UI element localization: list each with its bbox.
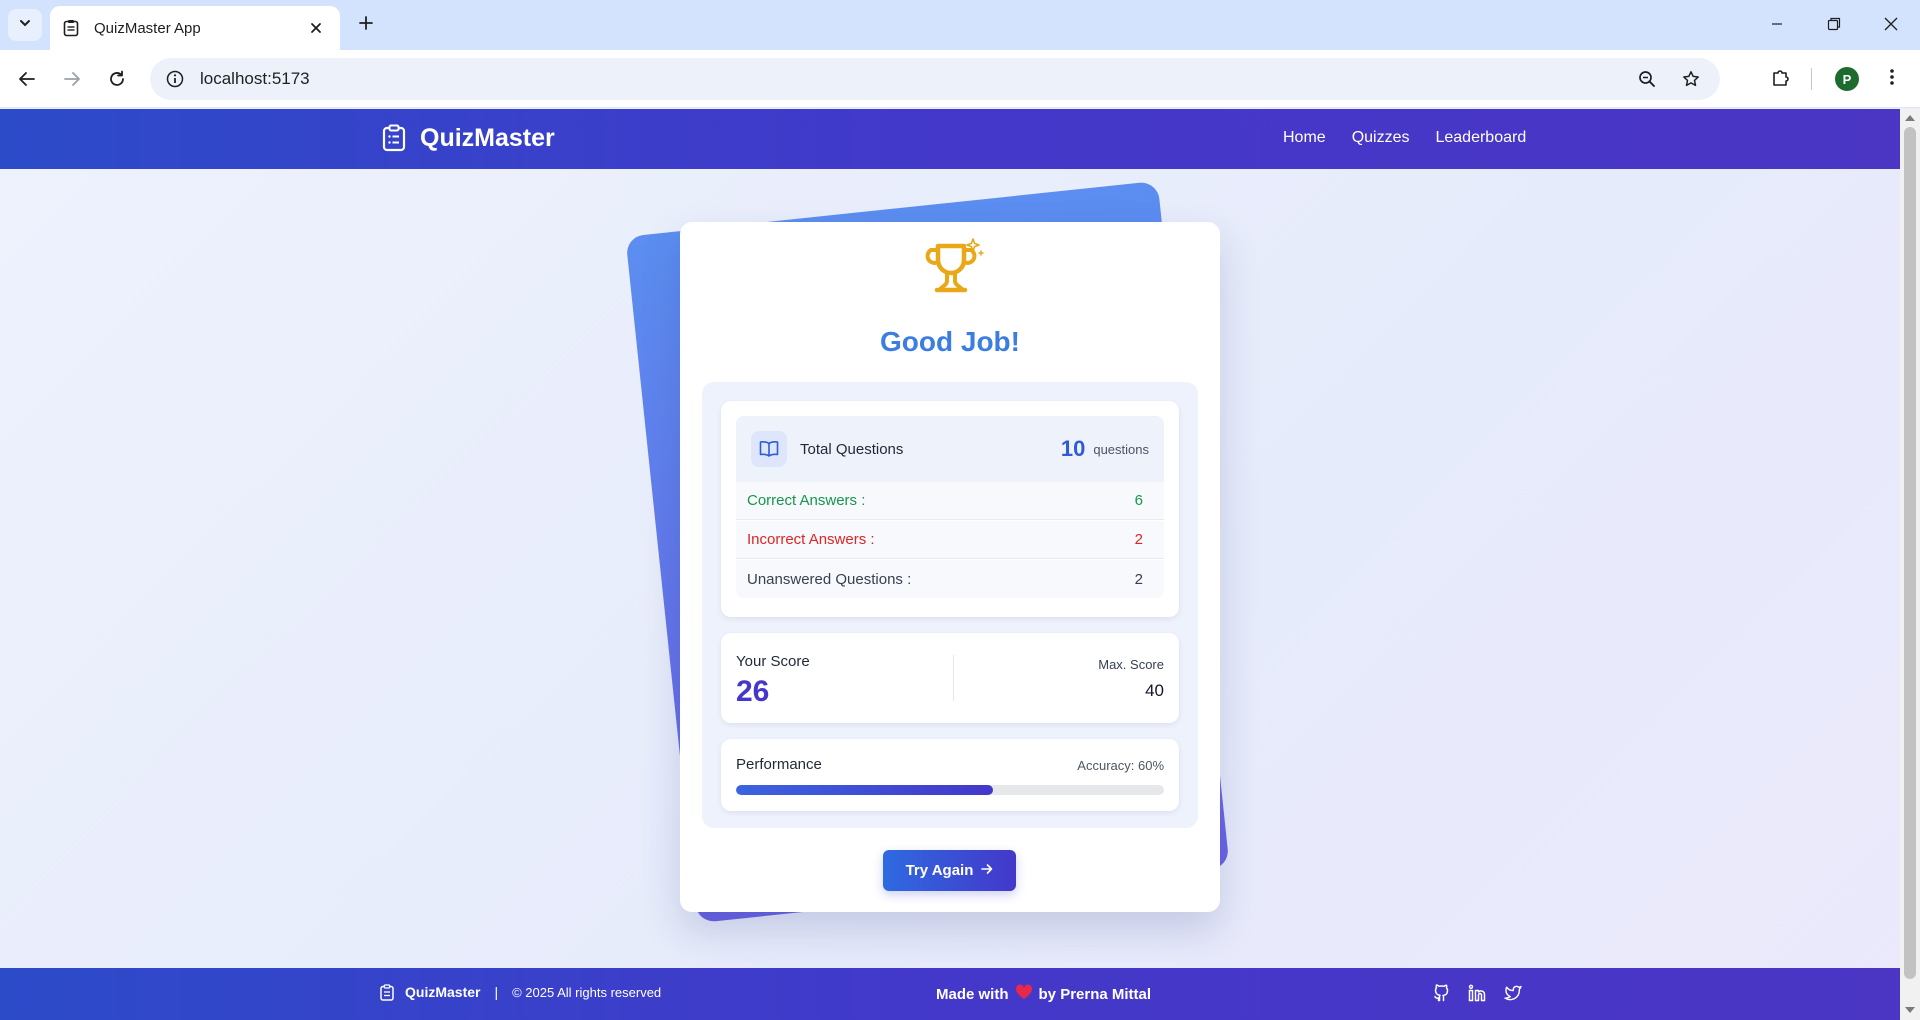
incorrect-answers-row: Incorrect Answers : 2 [736,521,1164,559]
footer-copyright: © 2025 All rights reserved [512,984,662,1000]
unanswered-questions-value: 2 [1134,570,1143,588]
minimize-button[interactable] [1754,8,1800,40]
performance-label: Performance [736,756,822,773]
accuracy-label: Accuracy: 60% [1077,758,1164,773]
scrollbar-thumb[interactable] [1904,127,1916,979]
footer-brand-name: QuizMaster [405,984,481,1000]
scroll-down-arrow[interactable] [1905,1007,1915,1013]
clipboard-icon [380,123,408,153]
unanswered-questions-label: Unanswered Questions : [747,570,912,588]
total-questions-label: Total Questions [800,440,904,458]
page-viewport: QuizMaster Home Quizzes Leaderboard Good… [0,109,1900,1020]
performance-card: Performance Accuracy: 60% [721,739,1179,811]
kebab-menu-icon [1889,68,1895,91]
reload-button[interactable] [100,62,134,96]
profile-avatar[interactable]: P [1835,67,1859,91]
your-score-label: Your Score [736,653,810,670]
tab-close-icon[interactable] [304,16,328,40]
stats-panel: Total Questions 10 questions Correct Ans… [702,382,1198,828]
bookmark-star-icon[interactable] [1676,64,1706,94]
answer-counts-card: Total Questions 10 questions Correct Ans… [721,401,1179,617]
correct-answers-row: Correct Answers : 6 [736,482,1164,520]
tab-title: QuizMaster App [94,19,201,37]
result-card: Good Job! Total Questions 10 questions C… [680,222,1220,912]
tab-search-button[interactable] [8,9,42,41]
footer-brand: QuizMaster | © 2025 All rights reserved [380,983,661,1001]
total-questions-value: 10 [1060,436,1086,461]
accuracy-progress-fill [736,785,993,795]
correct-answers-label: Correct Answers : [747,492,866,509]
browser-tab-active[interactable]: QuizMaster App [50,6,340,50]
toolbar-divider [1811,68,1812,90]
footer-made-with: Made with by Prerna Mittal [936,984,1151,1004]
nav-links: Home Quizzes Leaderboard [1283,129,1526,147]
author-text: by Prerna Mittal [1038,985,1152,1003]
brand-name: QuizMaster [420,123,555,152]
restore-button[interactable] [1811,8,1857,40]
made-with-text: Made with [936,985,1009,1003]
site-info-icon[interactable] [164,68,186,90]
app-navbar: QuizMaster Home Quizzes Leaderboard [0,109,1900,169]
chevron-down-icon [18,16,32,35]
twitter-icon[interactable] [1503,983,1523,1003]
incorrect-answers-value: 2 [1134,531,1143,548]
score-card: Your Score 26 Max. Score 40 [721,633,1179,723]
browser-tabstrip: QuizMaster App [0,0,1920,50]
page-scrollbar[interactable] [1900,109,1920,1020]
new-tab-button[interactable] [352,11,380,39]
nav-link-leaderboard[interactable]: Leaderboard [1435,129,1526,147]
accuracy-progress-bar [736,785,1164,795]
heart-icon [1015,984,1033,1004]
incorrect-answers-label: Incorrect Answers : [747,531,875,548]
footer-separator: | [494,984,499,1000]
score-divider [953,655,954,701]
clipboard-icon [380,983,396,1001]
scroll-up-arrow[interactable] [1905,115,1915,121]
unanswered-questions-row: Unanswered Questions : 2 [736,560,1164,598]
correct-answers-value: 6 [1134,492,1143,509]
your-score-value: 26 [736,675,770,708]
back-button[interactable] [10,62,44,96]
github-icon[interactable] [1431,983,1451,1003]
address-bar[interactable]: localhost:5173 [150,58,1720,100]
extensions-button[interactable] [1764,62,1798,96]
max-score-value: 40 [1145,681,1164,700]
max-score-label: Max. Score [1098,657,1164,672]
total-questions-unit: questions [1093,441,1149,457]
arrow-right-icon [981,862,993,879]
nav-link-quizzes[interactable]: Quizzes [1352,129,1410,147]
trophy-icon [925,238,984,293]
browser-menu-button[interactable] [1875,62,1909,96]
total-questions-row: Total Questions 10 questions [736,416,1164,482]
zoom-icon[interactable] [1632,64,1662,94]
forward-button[interactable] [55,62,89,96]
social-links [1431,983,1523,1003]
brand-logo[interactable]: QuizMaster [380,123,555,153]
clipboard-icon [62,19,80,37]
close-window-button[interactable] [1868,8,1914,40]
browser-toolbar: localhost:5173 P [0,50,1920,108]
result-heading: Good Job! [880,326,1020,357]
linkedin-icon[interactable] [1467,983,1487,1003]
plus-icon [358,15,374,36]
app-footer: QuizMaster | © 2025 All rights reserved … [0,968,1900,1020]
url-text: localhost:5173 [200,69,310,88]
book-open-icon [751,431,787,467]
puzzle-icon [1771,67,1791,92]
try-again-button[interactable]: Try Again [883,850,1016,891]
try-again-label: Try Again [905,862,974,879]
nav-link-home[interactable]: Home [1283,129,1326,147]
